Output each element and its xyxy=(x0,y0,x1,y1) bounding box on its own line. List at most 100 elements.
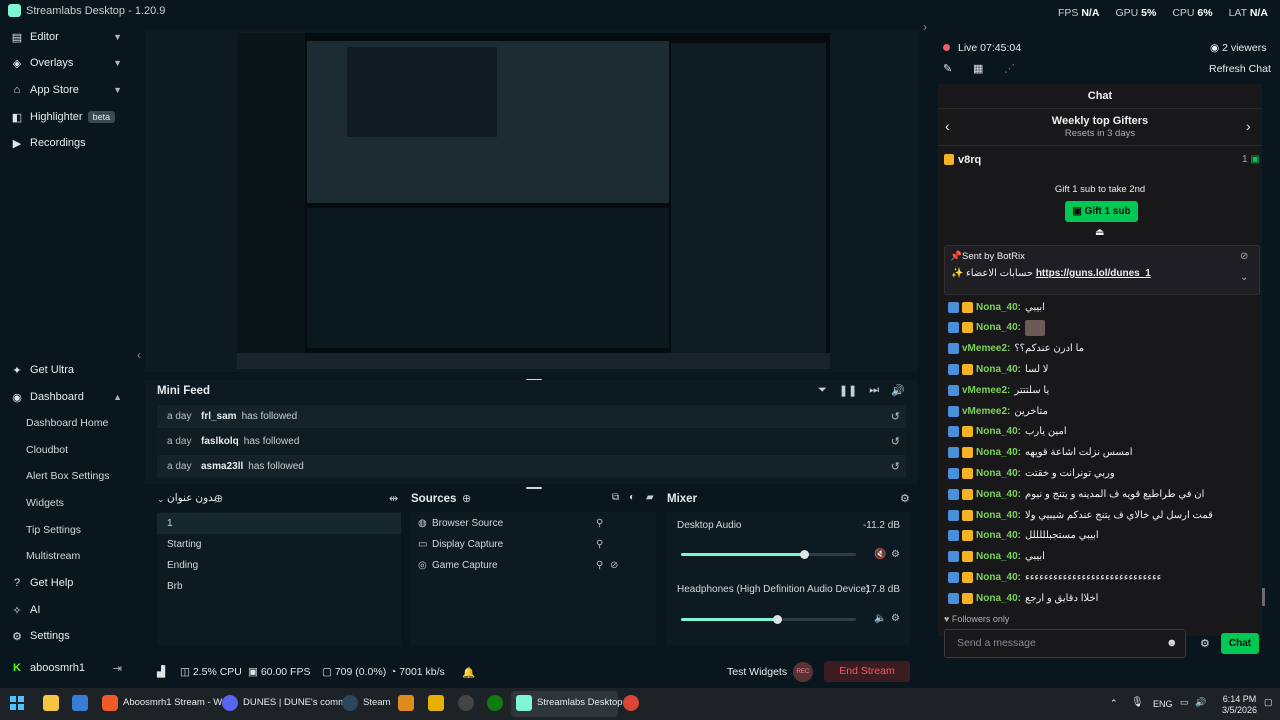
scene-transition-icon[interactable]: ⇹ xyxy=(389,492,398,505)
nav-multistream[interactable]: Multistream xyxy=(26,546,80,566)
chat-send-button[interactable]: Chat xyxy=(1221,633,1259,654)
test-widgets-button[interactable]: Test Widgets xyxy=(727,666,787,678)
replay-icon[interactable]: ↺ xyxy=(891,460,900,473)
chat-username[interactable]: Nona_40: xyxy=(976,364,1021,375)
chrome-icon[interactable] xyxy=(623,695,639,711)
scene-item[interactable]: 1 xyxy=(157,513,401,534)
network-icon[interactable]: ▭ xyxy=(1180,697,1189,708)
chat-username[interactable]: Nona_40: xyxy=(976,322,1021,333)
resize-handle[interactable] xyxy=(526,487,542,489)
nav-dashboard-home[interactable]: Dashboard Home xyxy=(26,413,108,433)
nav-widgets[interactable]: Widgets xyxy=(26,493,64,513)
top-gifter-name[interactable]: v8rq xyxy=(958,154,981,166)
mute-icon[interactable]: 🔇 xyxy=(874,549,886,560)
chat-username[interactable]: vMemee2: xyxy=(962,385,1010,396)
store-icon[interactable] xyxy=(72,695,88,711)
windows-start-icon[interactable] xyxy=(10,696,24,710)
skip-icon[interactable]: ⏭ xyxy=(869,384,879,397)
nav-highlighter[interactable]: ◧ Highlighter beta xyxy=(0,105,134,129)
nav-get-ultra[interactable]: ✦ Get Ultra xyxy=(0,358,134,382)
stream-preview[interactable] xyxy=(237,33,830,369)
replay-icon[interactable]: ↺ xyxy=(891,435,900,448)
add-source-icon[interactable]: ⊕ xyxy=(462,492,471,505)
end-stream-button[interactable]: End Stream xyxy=(824,661,910,682)
nav-app-store[interactable]: ⌂ App Store ▼ xyxy=(0,78,134,102)
unlock-icon[interactable]: ⚲ xyxy=(596,539,603,550)
unlock-icon[interactable]: ⚲ xyxy=(596,560,603,571)
chevron-right-icon[interactable]: › xyxy=(1246,118,1251,134)
chat-username[interactable]: vMemee2: xyxy=(962,406,1010,417)
nav-tip-settings[interactable]: Tip Settings xyxy=(26,520,81,540)
notifications-icon[interactable]: ▢ xyxy=(1264,697,1273,708)
record-button[interactable]: REC xyxy=(793,662,813,682)
app-icon[interactable] xyxy=(398,695,414,711)
track-gear-icon[interactable]: ⚙ xyxy=(891,549,900,560)
nav-recordings[interactable]: ▶ Recordings xyxy=(0,131,134,155)
taskbar-app-label[interactable]: Aboosmrh1 Stream - W xyxy=(123,697,222,708)
nav-get-help[interactable]: ? Get Help xyxy=(0,571,134,595)
scene-item[interactable]: Brb xyxy=(157,576,401,597)
source-tools-icon[interactable]: ⧉ xyxy=(612,492,619,503)
add-scene-icon[interactable]: ⊕ xyxy=(214,492,223,505)
source-item[interactable]: ◎ Game Capture ⚲ ⊘ xyxy=(418,555,648,576)
system-clock[interactable]: 6:14 PM 3/5/2026 xyxy=(1222,694,1257,716)
volume-icon[interactable]: 🔊 xyxy=(1195,697,1206,708)
share-icon[interactable]: ⋰ xyxy=(1004,62,1015,75)
chat-input[interactable]: Send a message xyxy=(944,629,1186,658)
eye-off-icon[interactable]: ⊘ xyxy=(610,560,618,571)
chat-settings-gear-icon[interactable]: ⚙ xyxy=(1200,637,1210,650)
collapse-left-icon[interactable]: ‹ xyxy=(137,348,141,362)
folder-icon[interactable]: ▰ xyxy=(646,492,654,503)
scene-item[interactable]: Ending xyxy=(157,555,401,576)
emoji-icon[interactable]: ☻ xyxy=(1166,637,1178,649)
app-icon[interactable] xyxy=(458,695,474,711)
taskbar-app-label[interactable]: DUNES | DUNE's comm xyxy=(243,697,346,708)
chat-username[interactable]: Nona_40: xyxy=(976,510,1021,521)
notification-bell-icon[interactable]: 🔔 xyxy=(462,666,475,679)
volume-knob[interactable] xyxy=(799,550,809,559)
brave-icon[interactable] xyxy=(102,695,118,711)
nav-cloudbot[interactable]: Cloudbot xyxy=(26,440,68,460)
pinned-link[interactable]: https://guns.lol/dunes_1 xyxy=(1036,268,1151,279)
track-gear-icon[interactable]: ⚙ xyxy=(891,613,900,624)
xbox-icon[interactable] xyxy=(487,695,503,711)
nav-settings[interactable]: ⚙ Settings xyxy=(0,624,134,648)
chat-scrollbar[interactable] xyxy=(1262,588,1265,606)
discord-icon[interactable] xyxy=(222,695,238,711)
image-thumbnail[interactable] xyxy=(1025,319,1046,336)
unpin-icon[interactable]: ⊘ xyxy=(1240,251,1248,262)
chevron-down-icon[interactable]: ⌄ xyxy=(157,494,165,505)
chat-username[interactable]: Nona_40: xyxy=(976,551,1021,562)
scene-item[interactable]: Starting xyxy=(157,534,401,555)
file-explorer-icon[interactable] xyxy=(43,695,59,711)
microphone-icon[interactable]: 🎙 xyxy=(1131,697,1144,708)
chat-username[interactable]: Nona_40: xyxy=(976,468,1021,479)
scene-collection[interactable]: بدون عنوان xyxy=(167,492,217,504)
source-item[interactable]: ▭ Display Capture ⚲ xyxy=(418,534,648,555)
pause-icon[interactable]: ❚❚ xyxy=(839,384,857,397)
speaker-icon[interactable]: 🔊 xyxy=(891,384,905,397)
mixer-gear-icon[interactable]: ⚙ xyxy=(900,492,910,505)
copy-icon[interactable]: ▦ xyxy=(973,62,983,75)
unlock-icon[interactable]: ⚲ xyxy=(596,518,603,529)
chevron-down-icon[interactable]: ⌄ xyxy=(1240,272,1248,283)
stats-icon[interactable]: ▟ xyxy=(157,666,165,678)
nav-alert-box[interactable]: Alert Box Settings xyxy=(26,466,109,486)
nav-dashboard[interactable]: ◉ Dashboard ▲ xyxy=(0,385,134,409)
taskbar-app-label[interactable]: Steam xyxy=(363,697,390,708)
chat-username[interactable]: Nona_40: xyxy=(976,426,1021,437)
filter-icon[interactable]: ⏷ xyxy=(818,384,827,397)
nav-overlays[interactable]: ◈ Overlays ▼ xyxy=(0,51,134,75)
language-indicator[interactable]: ENG xyxy=(1153,699,1173,709)
tray-chevron-up-icon[interactable]: ⌃ xyxy=(1110,698,1118,709)
collapse-right-icon[interactable]: › xyxy=(923,20,927,34)
source-visibility-icon[interactable]: ◐ xyxy=(629,492,635,503)
chat-username[interactable]: vMemee2: xyxy=(962,343,1010,354)
app-icon[interactable] xyxy=(428,695,444,711)
gift-sub-button[interactable]: ▣ Gift 1 sub xyxy=(1065,201,1138,222)
collapse-up-icon[interactable]: ⏏ xyxy=(1095,227,1104,238)
replay-icon[interactable]: ↺ xyxy=(891,410,900,423)
chat-username[interactable]: Nona_40: xyxy=(976,593,1021,604)
chat-username[interactable]: Nona_40: xyxy=(976,447,1021,458)
edit-pencil-icon[interactable]: ✎ xyxy=(943,62,952,75)
